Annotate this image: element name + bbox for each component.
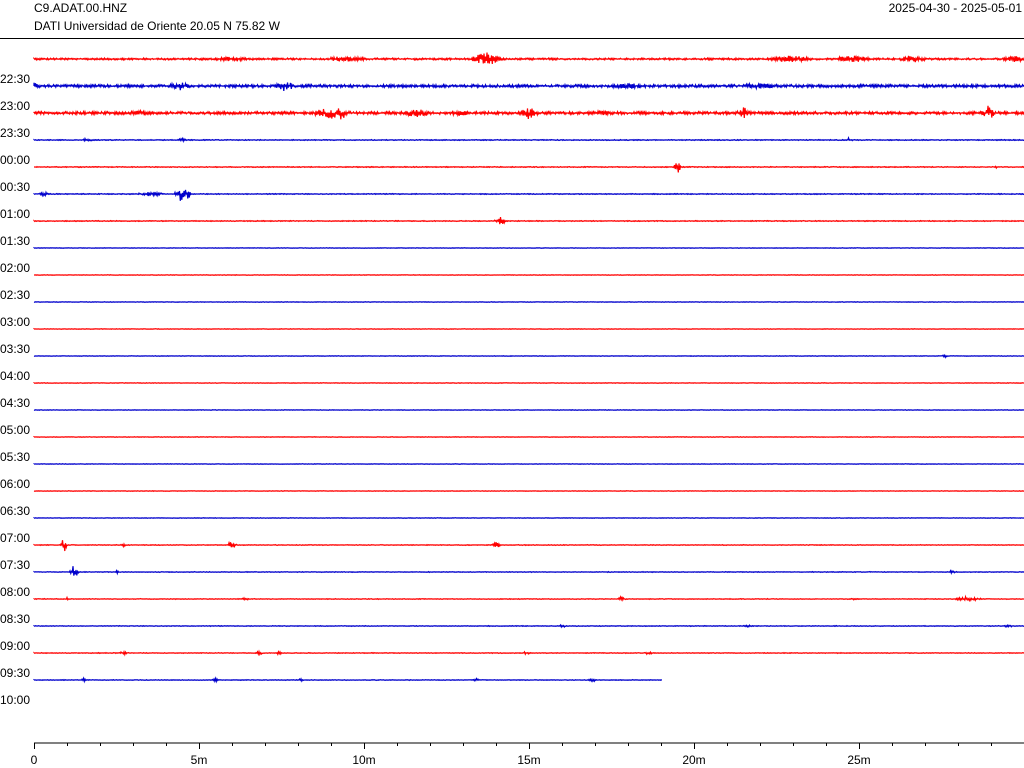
time-label: 09:30 bbox=[0, 666, 30, 680]
time-label: 00:00 bbox=[0, 153, 30, 167]
time-label-group: 22:30 23:00 23:30 00:00 00:30 01:00 01:30 02:00… bbox=[0, 72, 30, 707]
time-label: 06:30 bbox=[0, 504, 30, 518]
trace-line bbox=[33, 649, 1024, 657]
trace-line bbox=[33, 217, 1024, 225]
time-label: 05:00 bbox=[0, 423, 30, 437]
trace-line bbox=[33, 435, 1024, 439]
x-tick-label: 20m bbox=[682, 753, 705, 767]
x-tick-label: 15m bbox=[517, 753, 540, 767]
trace-line bbox=[34, 163, 1024, 173]
time-label: 02:30 bbox=[0, 288, 30, 302]
time-label: 02:00 bbox=[0, 261, 30, 275]
trace-line bbox=[33, 381, 1024, 385]
time-label: 22:30 bbox=[0, 72, 30, 86]
helicorder-plot: 22:30 23:00 23:30 00:00 00:30 01:00 01:30 02:00… bbox=[0, 52, 1024, 767]
time-label: 09:00 bbox=[0, 639, 30, 653]
trace-line bbox=[33, 462, 1024, 466]
time-label: 07:00 bbox=[0, 531, 30, 545]
time-label: 10:00 bbox=[0, 693, 30, 707]
x-tick-label: 25m bbox=[847, 753, 870, 767]
time-label: 03:30 bbox=[0, 342, 30, 356]
trace-line bbox=[33, 300, 1024, 304]
time-label: 00:30 bbox=[0, 180, 30, 194]
trace-line bbox=[33, 516, 1024, 520]
x-tick-label: 10m bbox=[352, 753, 375, 767]
trace-line bbox=[33, 327, 1024, 331]
time-label: 06:00 bbox=[0, 477, 30, 491]
trace-line bbox=[33, 52, 1024, 64]
x-tick-label: 5m bbox=[191, 753, 208, 767]
time-label: 04:00 bbox=[0, 369, 30, 383]
time-label: 04:30 bbox=[0, 396, 30, 410]
trace-line bbox=[33, 353, 1024, 359]
time-label: 23:00 bbox=[0, 99, 30, 113]
x-tick-label: 0 bbox=[31, 753, 38, 767]
time-label: 08:30 bbox=[0, 612, 30, 626]
trace-line bbox=[33, 489, 1024, 493]
time-label: 08:00 bbox=[0, 585, 30, 599]
time-label: 01:00 bbox=[0, 207, 30, 221]
time-label: 07:30 bbox=[0, 558, 30, 572]
time-label: 03:00 bbox=[0, 315, 30, 329]
time-label: 05:30 bbox=[0, 450, 30, 464]
time-label: 23:30 bbox=[0, 126, 30, 140]
trace-line bbox=[33, 246, 1024, 250]
trace-line bbox=[34, 273, 1024, 277]
x-axis: 0 5m 10m 15m 20m 25m bbox=[31, 742, 1024, 767]
trace-group bbox=[33, 52, 1024, 684]
trace-line bbox=[33, 189, 1024, 201]
trace-line bbox=[33, 540, 1024, 552]
trace-line bbox=[33, 136, 1024, 144]
trace-line bbox=[33, 594, 1024, 603]
trace-line bbox=[33, 566, 1024, 576]
time-label: 01:30 bbox=[0, 234, 30, 248]
trace-line bbox=[33, 623, 1024, 629]
trace-line bbox=[33, 676, 663, 684]
trace-line bbox=[33, 105, 1024, 120]
trace-line bbox=[33, 408, 1024, 412]
trace-line bbox=[33, 81, 1024, 91]
